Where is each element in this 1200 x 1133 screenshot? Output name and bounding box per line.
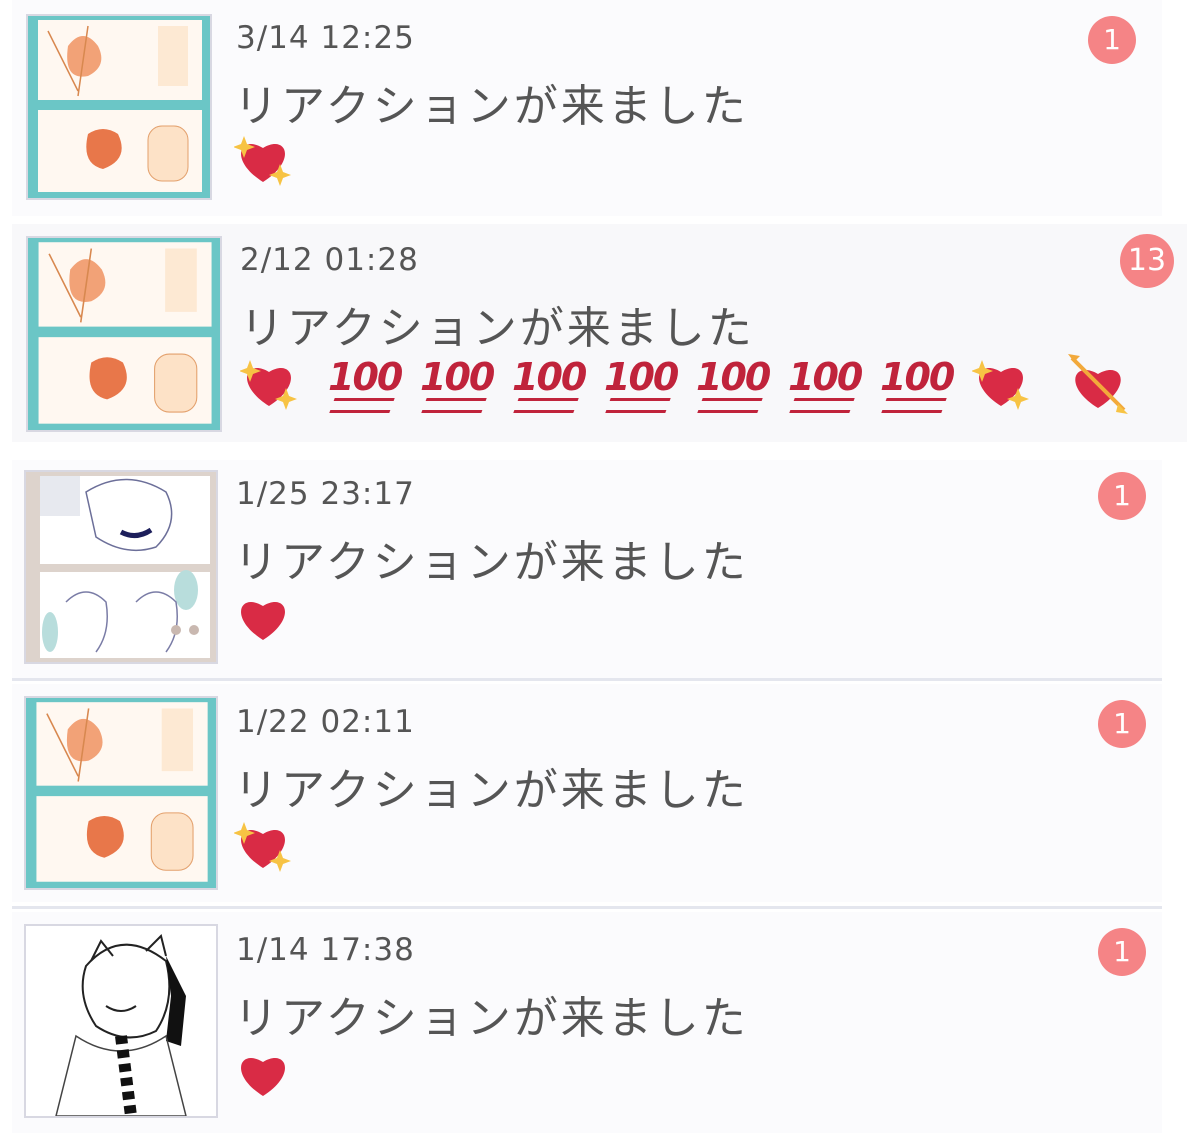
notification-date: 1/22 02:11 (236, 704, 415, 740)
notification-title: リアクションが来ました (234, 993, 749, 1044)
notification-item[interactable]: 1/14 17:38 リアクションが来ました 1 (12, 912, 1162, 1133)
list-divider (12, 906, 1162, 909)
sparkling-heart-icon (234, 816, 292, 874)
notification-title: リアクションが来ました (240, 303, 755, 354)
unread-count-badge: 1 (1088, 16, 1136, 64)
reaction-list (234, 588, 434, 648)
thumbnail-image (26, 14, 212, 200)
notification-date: 1/25 23:17 (236, 476, 415, 512)
reaction-list (234, 816, 434, 876)
unread-count-badge: 1 (1098, 472, 1146, 520)
hundred-points-icon: 100 (880, 354, 955, 414)
thumbnail-image (24, 924, 218, 1118)
thumbnail-image (24, 470, 218, 664)
notification-title: リアクションが来ました (234, 765, 749, 816)
red-heart-icon (234, 1044, 292, 1102)
thumbnail-image (26, 236, 222, 432)
notification-item[interactable]: 1/22 02:11 リアクションが来ました 1 (12, 684, 1162, 902)
reaction-list (234, 130, 434, 190)
reaction-list: 100 100 100 100 100 100 100 (240, 354, 1140, 414)
notification-date: 3/14 12:25 (236, 20, 415, 56)
sparkling-heart-icon (234, 130, 292, 188)
reaction-list (234, 1044, 434, 1104)
list-divider (12, 678, 1162, 681)
thumbnail-image (24, 696, 218, 890)
sparkling-heart-icon (240, 354, 298, 412)
unread-count-badge: 1 (1098, 700, 1146, 748)
hundred-points-icon: 100 (696, 354, 771, 414)
notification-item[interactable]: 3/14 12:25 リアクションが来ました 1 (12, 0, 1162, 216)
hundred-points-icon: 100 (604, 354, 679, 414)
notification-date: 2/12 01:28 (240, 242, 419, 278)
unread-count-badge: 13 (1120, 234, 1174, 288)
notification-item[interactable]: 1/25 23:17 リアクションが来ました 1 (12, 460, 1162, 678)
heart-with-arrow-icon (1066, 354, 1130, 414)
hundred-points-icon: 100 (788, 354, 863, 414)
hundred-points-icon: 100 (420, 354, 495, 414)
notification-title: リアクションが来ました (234, 537, 749, 588)
hundred-points-icon: 100 (328, 354, 403, 414)
sparkling-heart-icon (972, 354, 1030, 412)
notification-item[interactable]: 2/12 01:28 リアクションが来ました 13 100 100 100 10… (12, 224, 1187, 442)
unread-count-badge: 1 (1098, 928, 1146, 976)
hundred-points-icon: 100 (512, 354, 587, 414)
notification-date: 1/14 17:38 (236, 932, 415, 968)
red-heart-icon (234, 588, 292, 646)
notification-title: リアクションが来ました (234, 81, 749, 132)
